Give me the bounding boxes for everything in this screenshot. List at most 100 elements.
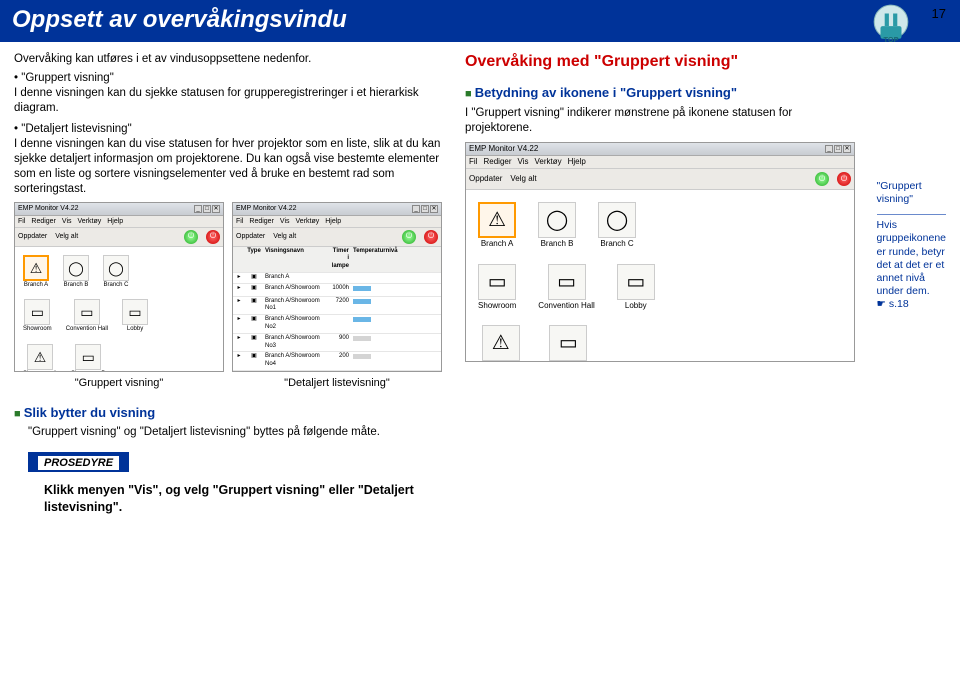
side-column: "Gruppert visning" Hvis gruppeikonene er… bbox=[877, 52, 946, 391]
page-number: 17 bbox=[932, 6, 946, 21]
group-label: Showroom bbox=[23, 326, 52, 332]
group-label: Branch B bbox=[541, 239, 574, 248]
group-label: Branch C bbox=[103, 282, 128, 288]
room-icon: ▭ bbox=[74, 299, 100, 325]
menu-item: Fil bbox=[236, 217, 243, 226]
window-title: EMP Monitor V4.22 bbox=[18, 204, 79, 213]
group-folder-icon: ⚠ bbox=[478, 202, 516, 238]
menu-item: Fil bbox=[18, 217, 25, 226]
menu-item: Verktøy bbox=[296, 217, 320, 226]
caption-grouped: "Gruppert visning" bbox=[14, 376, 224, 390]
toolbar-label: Oppdater bbox=[18, 232, 47, 241]
group-label: Branch A bbox=[481, 239, 513, 248]
menu-item: Hjelp bbox=[325, 217, 341, 226]
caption-row: "Gruppert visning" "Detaljert listevisni… bbox=[14, 376, 449, 390]
list-row: ▸▣Branch A/Showroom No5350 bbox=[233, 371, 441, 372]
power-on-icon: ⏻ bbox=[184, 230, 198, 244]
col-header: Type bbox=[245, 248, 263, 271]
list-row: ▸▣Branch A/Showroom No4200 bbox=[233, 352, 441, 371]
menu-item: Fil bbox=[469, 157, 477, 167]
menu-item: Verktøy bbox=[534, 157, 561, 167]
left-column: Overvåking kan utføres i et av vindusopp… bbox=[14, 52, 449, 391]
window-controls-icon: _□✕ bbox=[412, 205, 438, 213]
toolbar: Oppdater Velg alt ⏻ ⏻ bbox=[233, 228, 441, 247]
col-header: Temperaturnivå bbox=[353, 248, 377, 271]
room-icon: ▭ bbox=[75, 344, 101, 370]
list-row: ▸▣Branch A/Showroom No3900 bbox=[233, 334, 441, 353]
group-folder-icon: ◯ bbox=[63, 255, 89, 281]
menu-item: Rediger bbox=[31, 217, 56, 226]
toolbar-label: Oppdater bbox=[236, 232, 265, 241]
section-paragraph: I "Gruppert visning" indikerer mønstrene… bbox=[465, 106, 860, 136]
top-logo-icon: TOP bbox=[870, 3, 912, 45]
toolbar: Oppdater Velg alt ⏻ ⏻ bbox=[15, 228, 223, 247]
group-label: Branch A bbox=[24, 282, 48, 288]
list-row: ▸▣Branch A bbox=[233, 273, 441, 284]
lower-paragraph: "Gruppert visning" og "Detaljert listevi… bbox=[28, 426, 946, 438]
window-controls-icon: _□✕ bbox=[194, 205, 220, 213]
room-icon: ▭ bbox=[24, 299, 50, 325]
group-label: Branch C bbox=[600, 239, 633, 248]
menu-item: Rediger bbox=[249, 217, 274, 226]
menu-item: Vis bbox=[518, 157, 529, 167]
menu-item: Vis bbox=[62, 217, 72, 226]
subsection-heading: Betydning av ikonene i "Gruppert visning… bbox=[465, 85, 860, 102]
menu-item: Vis bbox=[280, 217, 290, 226]
group-label: Convention Hall bbox=[66, 326, 108, 332]
right-column: Overvåking med "Gruppert visning" Betydn… bbox=[465, 52, 860, 391]
toolbar-label: Velg alt bbox=[55, 232, 78, 241]
power-off-icon: ⏻ bbox=[206, 230, 220, 244]
room-icon: ⚠ bbox=[27, 344, 53, 370]
intro-text: Overvåking kan utføres i et av vindusopp… bbox=[14, 52, 449, 67]
toolbar-label: Velg alt bbox=[510, 174, 536, 184]
toolbar: Oppdater Velg alt ⏻ ⏻ bbox=[466, 169, 854, 190]
grouped-view-canvas: ⚠Branch A ◯Branch B ◯Branch C ▭Showroom … bbox=[466, 190, 854, 361]
power-on-icon: ⏻ bbox=[402, 230, 416, 244]
menu-bar: Fil Rediger Vis Verktøy Hjelp bbox=[466, 156, 854, 169]
group-label: Lobby bbox=[127, 326, 143, 332]
group-label: Lobby bbox=[625, 301, 647, 310]
group-folder-icon: ◯ bbox=[103, 255, 129, 281]
procedure-tag: PROSEDYRE bbox=[28, 452, 129, 472]
group-label: Showroom A bbox=[23, 371, 57, 372]
room-icon: ▭ bbox=[122, 299, 148, 325]
menu-item: Hjelp bbox=[568, 157, 586, 167]
side-page-link[interactable]: s.18 bbox=[877, 298, 946, 311]
subsection-heading: Slik bytter du visning bbox=[14, 405, 946, 420]
page-header: Oppsett av overvåkingsvindu bbox=[0, 0, 960, 42]
menu-item: Hjelp bbox=[107, 217, 123, 226]
group-label: Showroom bbox=[478, 301, 516, 310]
group-folder-icon: ◯ bbox=[538, 202, 576, 238]
screenshot-grouped-view: EMP Monitor V4.22 _□✕ Fil Rediger Vis Ve… bbox=[14, 202, 224, 372]
detailed-view-desc: I denne visningen kan du vise statusen f… bbox=[14, 137, 449, 197]
menu-item: Rediger bbox=[484, 157, 512, 167]
toolbar-label: Oppdater bbox=[469, 174, 502, 184]
room-icon: ▭ bbox=[478, 264, 516, 300]
window-title: EMP Monitor V4.22 bbox=[236, 204, 297, 213]
procedure-step: Klikk menyen "Vis", og velg "Gruppert vi… bbox=[44, 482, 464, 516]
list-view-table: Type Visningsnavn Timer i lampe Temperat… bbox=[233, 247, 441, 373]
room-icon: ▭ bbox=[548, 264, 586, 300]
grouped-view-title: "Gruppert visning" bbox=[14, 71, 449, 86]
room-icon: ▭ bbox=[617, 264, 655, 300]
list-row: ▸▣Branch A/Showroom No17200 bbox=[233, 297, 441, 316]
room-icon: ▭ bbox=[549, 325, 587, 361]
lower-section: Slik bytter du visning "Gruppert visning… bbox=[0, 391, 960, 516]
detailed-view-title: "Detaljert listevisning" bbox=[14, 122, 449, 137]
svg-text:TOP: TOP bbox=[884, 35, 899, 44]
group-label: Branch B bbox=[64, 282, 89, 288]
power-on-icon: ⏻ bbox=[815, 172, 829, 186]
group-folder-icon: ⚠ bbox=[23, 255, 49, 281]
list-row: ▸▣Branch A/Showroom No2 bbox=[233, 315, 441, 334]
menu-item: Verktøy bbox=[78, 217, 102, 226]
power-off-icon: ⏻ bbox=[837, 172, 851, 186]
window-title: EMP Monitor V4.22 bbox=[469, 144, 538, 154]
content-columns: Overvåking kan utføres i et av vindusopp… bbox=[0, 42, 960, 391]
caption-detailed: "Detaljert listevisning" bbox=[232, 376, 442, 390]
side-note: Hvis gruppeikonene er runde, betyr det a… bbox=[877, 219, 946, 298]
list-row: ▸▣Branch A/Showroom1000h bbox=[233, 284, 441, 297]
grouped-view-desc: I denne visningen kan du sjekke statusen… bbox=[14, 86, 449, 116]
screenshot-row: EMP Monitor V4.22 _□✕ Fil Rediger Vis Ve… bbox=[14, 202, 449, 372]
section-heading: Overvåking med "Gruppert visning" bbox=[465, 52, 860, 73]
page-title: Oppsett av overvåkingsvindu bbox=[12, 6, 347, 34]
